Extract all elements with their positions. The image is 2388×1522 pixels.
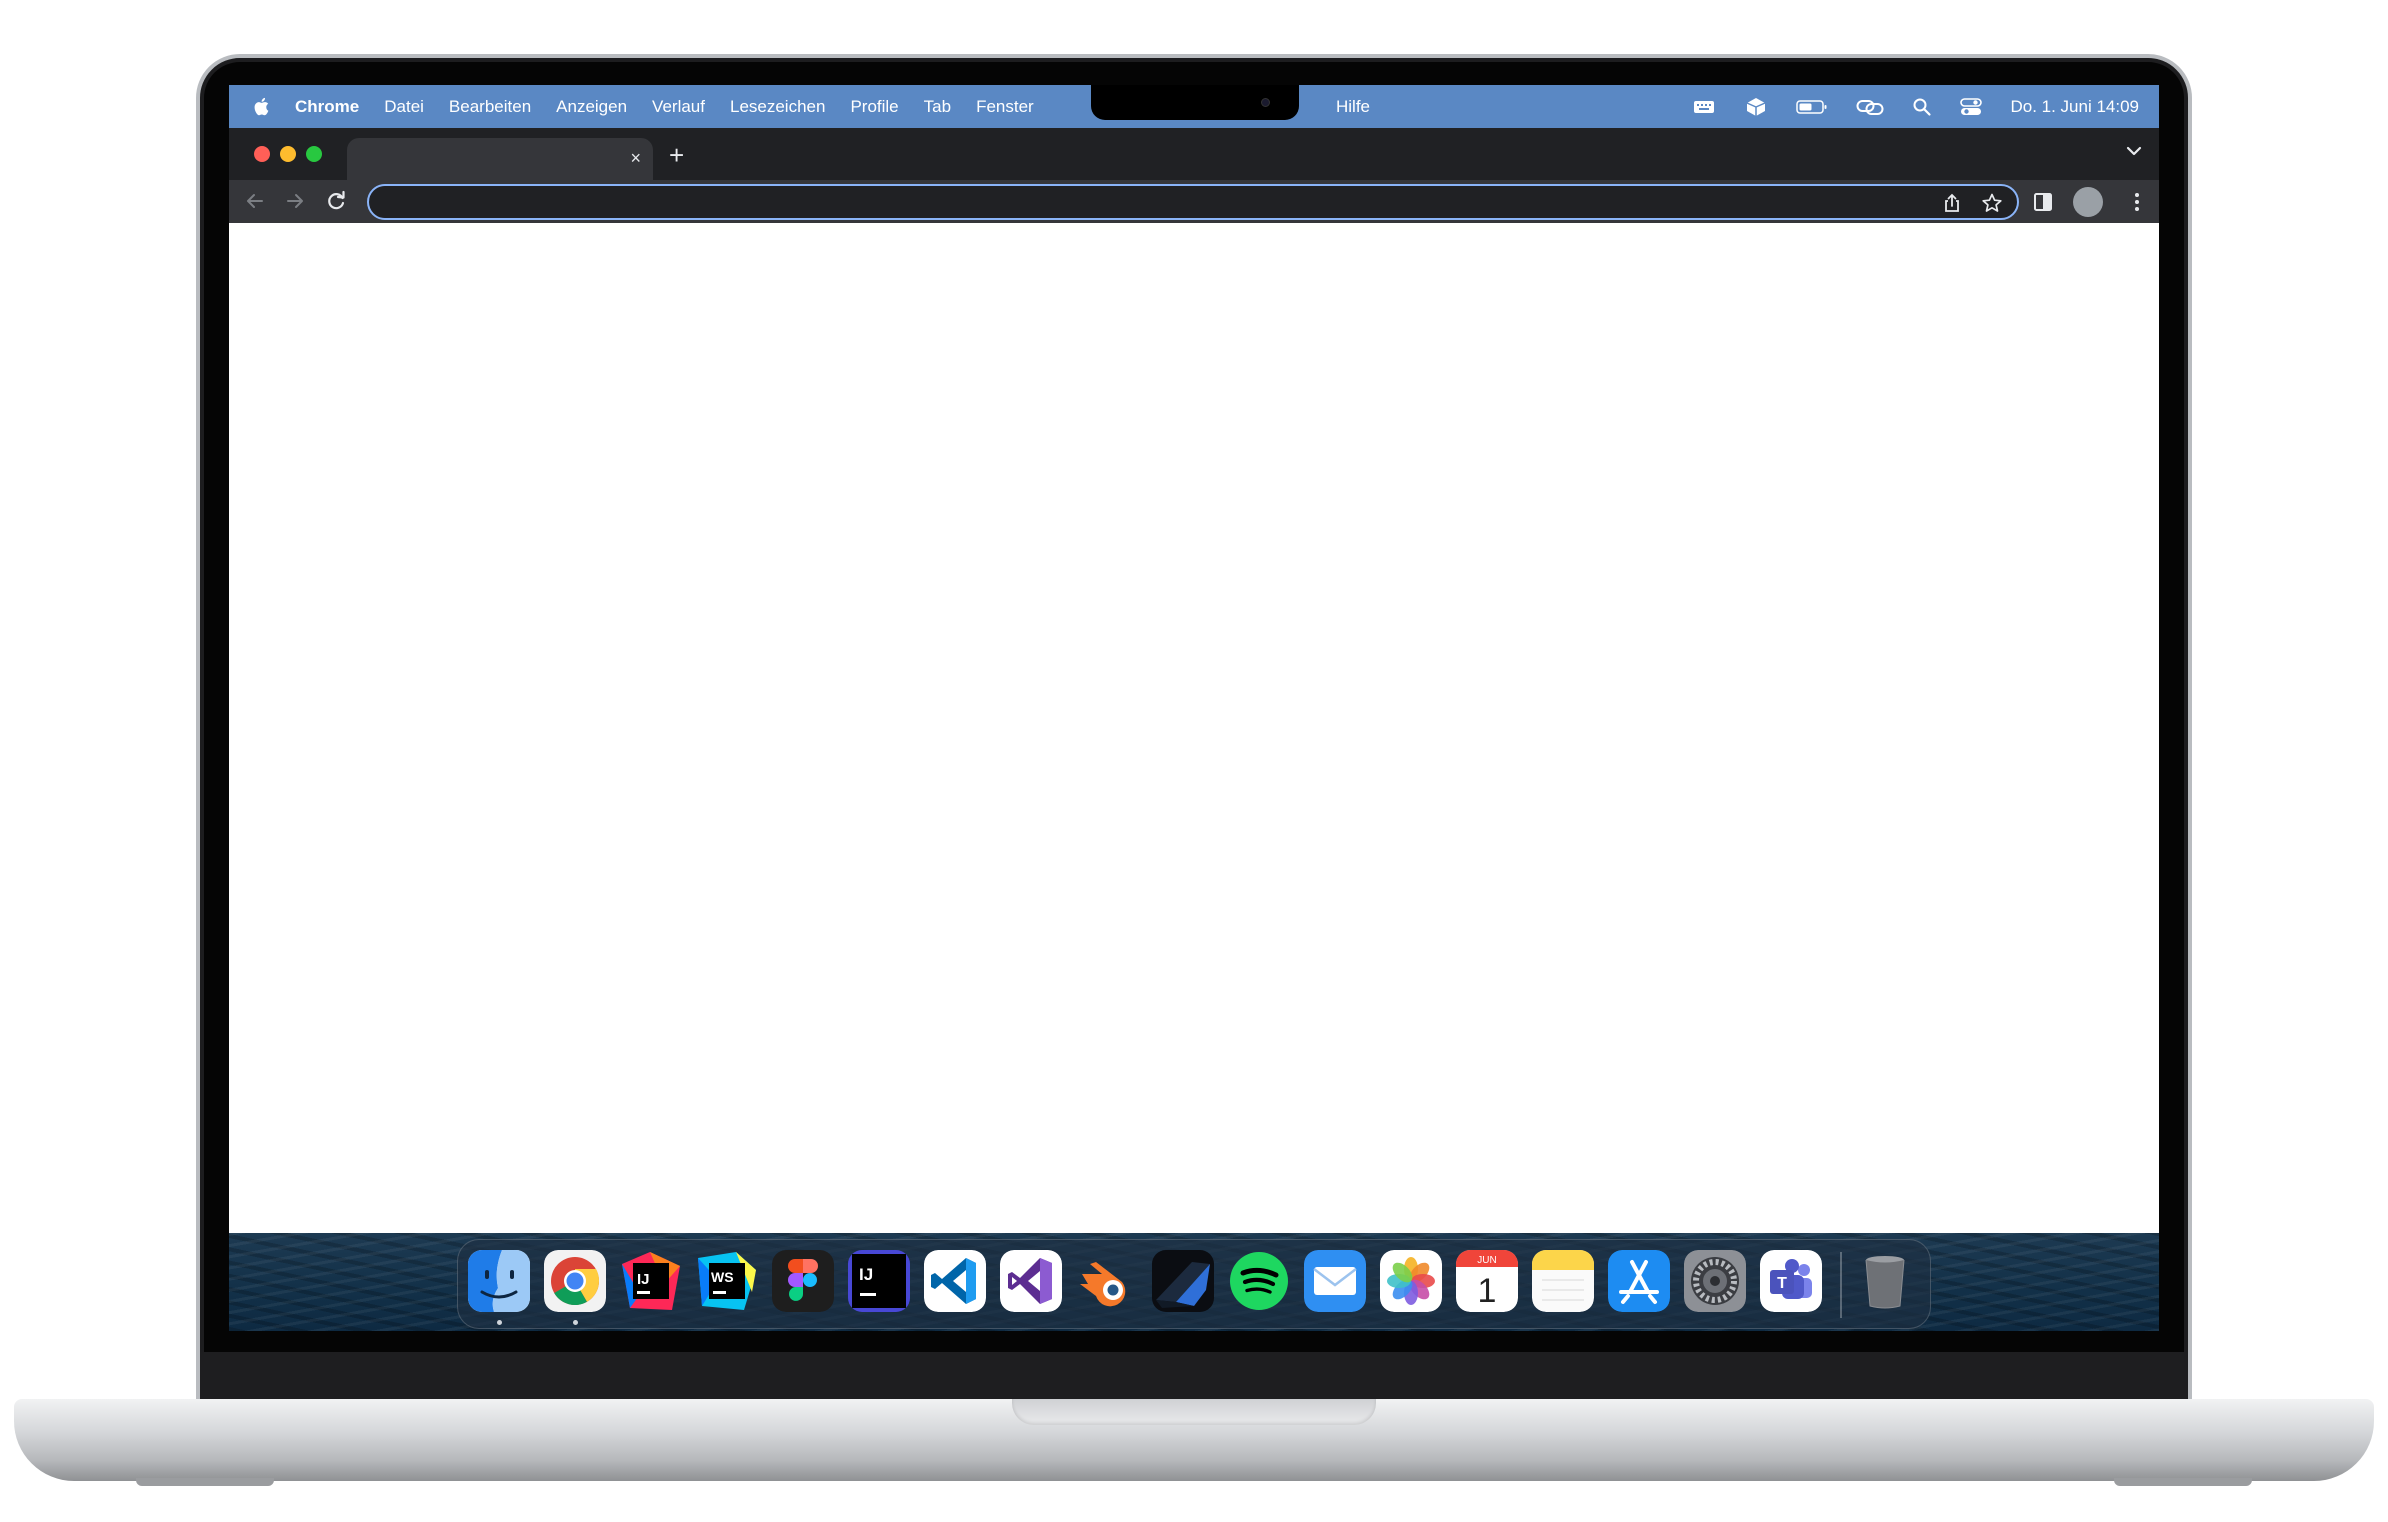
page-content[interactable] bbox=[229, 223, 2159, 1233]
screen: Chrome Datei Bearbeiten Anzeigen Verlauf… bbox=[229, 85, 2159, 1331]
running-indicator bbox=[497, 1320, 502, 1325]
menu-app-name[interactable]: Chrome bbox=[295, 97, 359, 117]
menu-lesezeichen[interactable]: Lesezeichen bbox=[730, 97, 825, 117]
running-indicator bbox=[573, 1320, 578, 1325]
menu-verlauf[interactable]: Verlauf bbox=[652, 97, 705, 117]
laptop-foot-left bbox=[136, 1478, 274, 1486]
forward-arrow-icon[interactable] bbox=[283, 189, 307, 213]
menu-anzeigen[interactable]: Anzeigen bbox=[556, 97, 627, 117]
menu-hilfe[interactable]: Hilfe bbox=[1336, 85, 1370, 128]
dock: IJ WS IJ JUN 1 T bbox=[457, 1239, 1931, 1329]
menu-tab[interactable]: Tab bbox=[924, 97, 951, 117]
camera-icon bbox=[1261, 98, 1270, 107]
teams-icon[interactable]: T bbox=[1760, 1250, 1822, 1312]
menu-clock[interactable]: Do. 1. Juni 14:09 bbox=[2010, 97, 2139, 117]
trash-icon[interactable] bbox=[1854, 1250, 1916, 1312]
address-bar[interactable] bbox=[367, 184, 2019, 220]
notes-icon[interactable] bbox=[1532, 1250, 1594, 1312]
address-input[interactable] bbox=[387, 186, 1927, 218]
tab-strip: × + bbox=[229, 128, 2159, 180]
profile-avatar[interactable] bbox=[2073, 187, 2103, 217]
battery-icon[interactable] bbox=[1796, 97, 1828, 117]
calendar-icon[interactable]: JUN 1 bbox=[1456, 1250, 1518, 1312]
apple-icon[interactable] bbox=[253, 97, 269, 116]
menu-bar: Chrome Datei Bearbeiten Anzeigen Verlauf… bbox=[229, 85, 2159, 128]
reload-icon[interactable] bbox=[324, 189, 348, 213]
finder-icon[interactable] bbox=[468, 1250, 530, 1312]
webstorm-icon[interactable]: WS bbox=[696, 1250, 758, 1312]
figma-icon[interactable] bbox=[772, 1250, 834, 1312]
system-settings-icon[interactable] bbox=[1684, 1250, 1746, 1312]
laptop-foot-right bbox=[2114, 1478, 2252, 1486]
laptop-thumb-notch bbox=[1012, 1399, 1376, 1425]
menu-fenster[interactable]: Fenster bbox=[976, 97, 1034, 117]
link-icon[interactable] bbox=[1856, 97, 1884, 117]
control-center-icon[interactable] bbox=[1960, 97, 1983, 117]
intellij-dark-icon[interactable]: IJ bbox=[848, 1250, 910, 1312]
intellij-dark-label: IJ bbox=[859, 1265, 873, 1284]
app-store-icon[interactable] bbox=[1608, 1250, 1670, 1312]
tab-active[interactable]: × bbox=[347, 138, 653, 180]
browser-toolbar bbox=[229, 180, 2159, 223]
calendar-month: JUN bbox=[1477, 1255, 1496, 1266]
new-tab-button[interactable]: + bbox=[669, 142, 684, 168]
menu-datei[interactable]: Datei bbox=[384, 97, 424, 117]
blender-icon[interactable] bbox=[1076, 1250, 1138, 1312]
more-menu-icon[interactable] bbox=[2125, 190, 2149, 214]
chrome-icon[interactable] bbox=[544, 1250, 606, 1312]
share-icon[interactable] bbox=[1941, 192, 1963, 214]
laptop-chin bbox=[200, 1352, 2188, 1400]
spotify-icon[interactable] bbox=[1228, 1250, 1290, 1312]
chevron-down-icon[interactable] bbox=[2123, 140, 2145, 162]
tab-close-icon[interactable]: × bbox=[630, 148, 641, 168]
webstorm-label: WS bbox=[711, 1269, 734, 1285]
mail-icon[interactable] bbox=[1304, 1250, 1366, 1312]
intellij-label: IJ bbox=[637, 1271, 650, 1288]
intellij-idea-icon[interactable]: IJ bbox=[620, 1250, 682, 1312]
vscode-icon[interactable] bbox=[924, 1250, 986, 1312]
back-arrow-icon[interactable] bbox=[243, 189, 267, 213]
zoom-window-button[interactable] bbox=[306, 146, 322, 162]
close-window-button[interactable] bbox=[254, 146, 270, 162]
bookmark-star-icon[interactable] bbox=[1981, 192, 2003, 214]
teams-label: T bbox=[1777, 1275, 1787, 1292]
side-panel-icon[interactable] bbox=[2031, 190, 2055, 214]
menu-profile[interactable]: Profile bbox=[850, 97, 898, 117]
keyboard-icon[interactable] bbox=[1692, 97, 1716, 117]
menu-bearbeiten[interactable]: Bearbeiten bbox=[449, 97, 531, 117]
minimize-window-button[interactable] bbox=[280, 146, 296, 162]
calendar-day: 1 bbox=[1478, 1272, 1497, 1310]
search-icon[interactable] bbox=[1912, 97, 1932, 117]
photos-icon[interactable] bbox=[1380, 1250, 1442, 1312]
app-icon[interactable] bbox=[1152, 1250, 1214, 1312]
cube-icon[interactable] bbox=[1744, 97, 1768, 117]
visual-studio-icon[interactable] bbox=[1000, 1250, 1062, 1312]
dock-separator bbox=[1840, 1252, 1842, 1318]
